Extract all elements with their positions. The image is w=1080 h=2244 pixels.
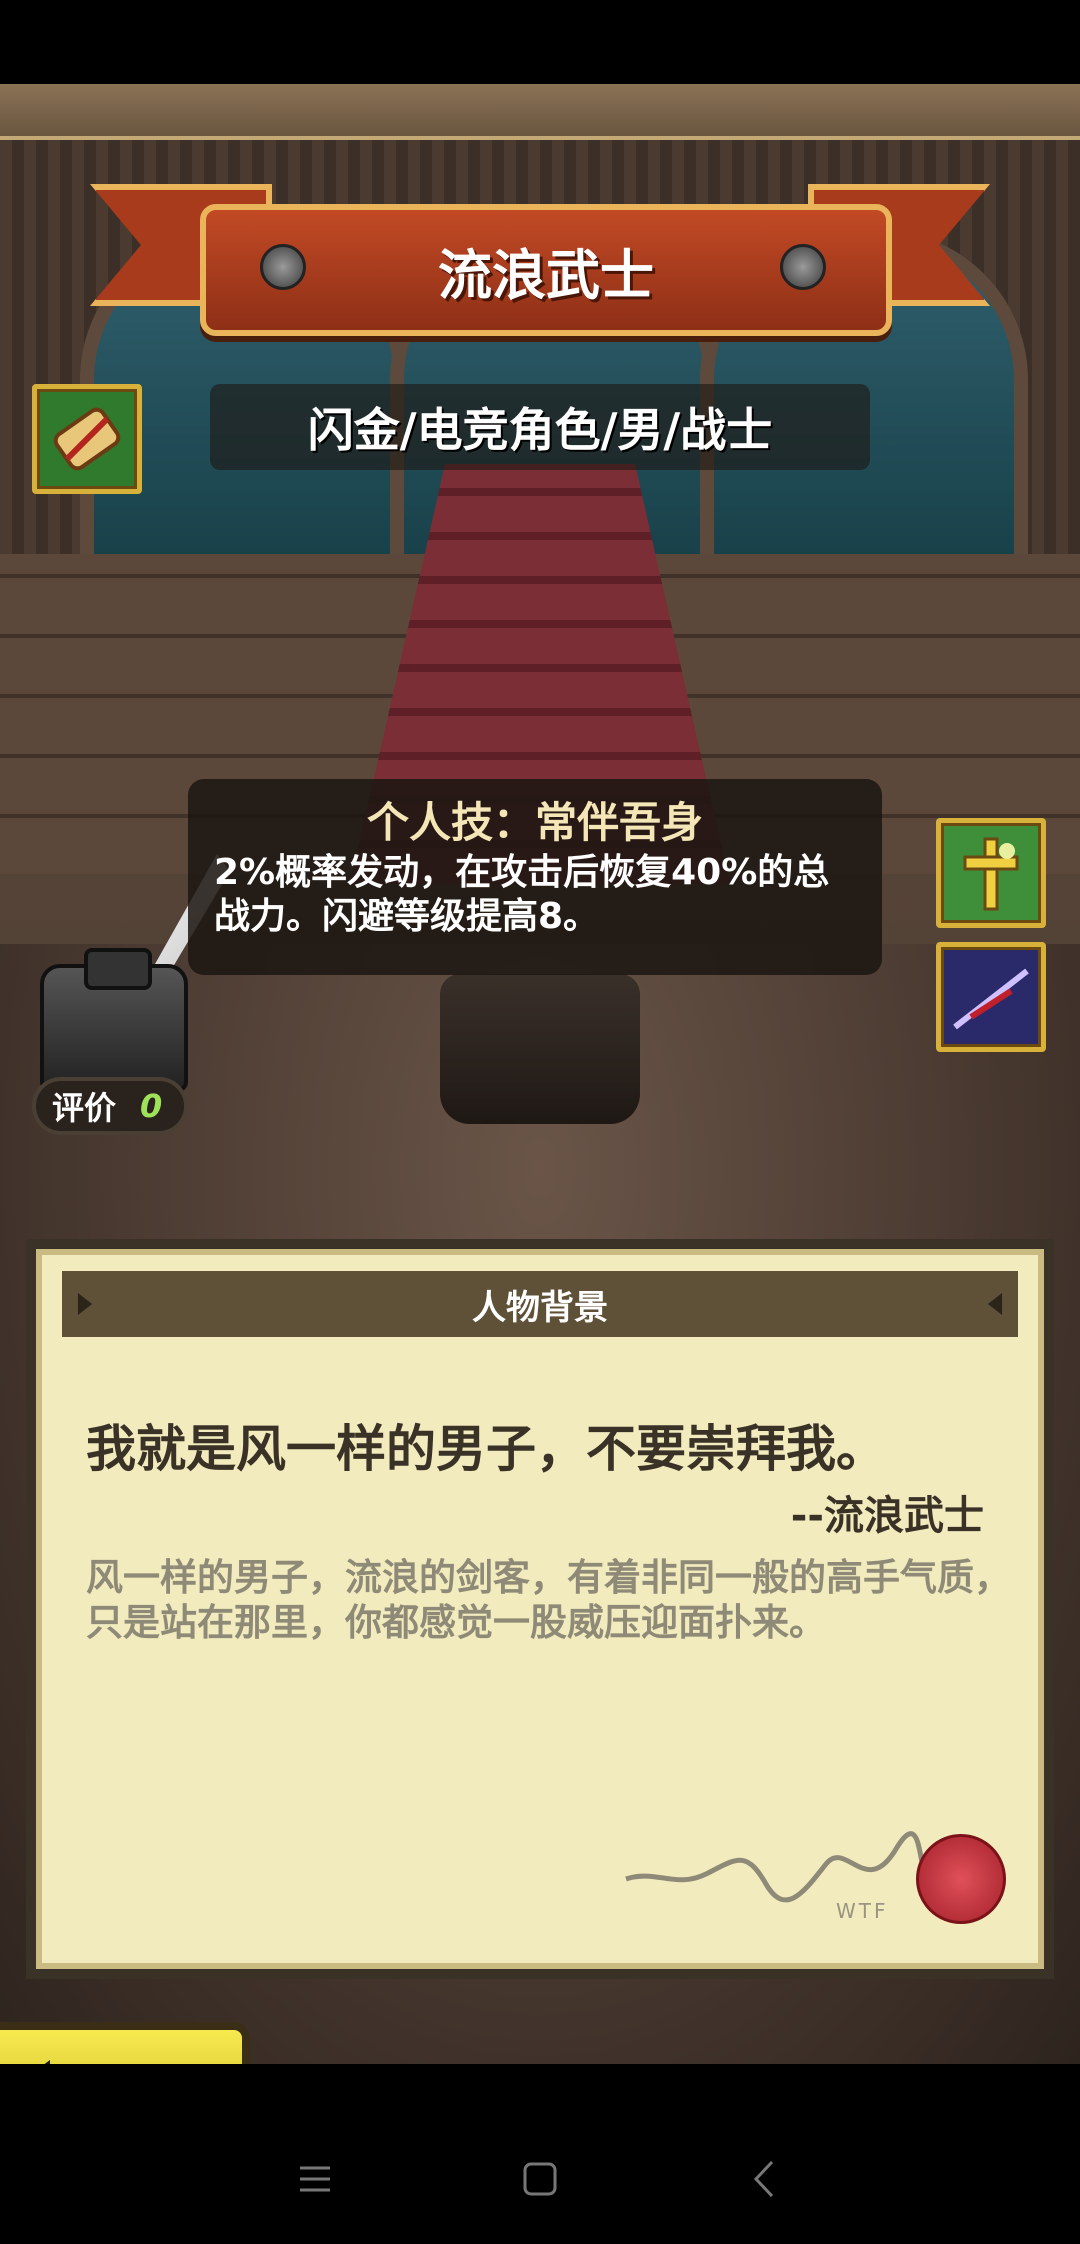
character-quote: 我就是风一样的男子，不要崇拜我。: [86, 1420, 886, 1478]
background-header: 人物背景: [62, 1271, 1018, 1337]
system-nav-bar: [0, 2114, 1080, 2244]
triangle-right-icon: [988, 1293, 1002, 1315]
skill-panel: 个人技：常伴吾身 2%概率发动，在攻击后恢复40%的总战力。闪避等级提高8。: [188, 779, 882, 975]
wax-seal-icon: [916, 1834, 1006, 1924]
sword-icon: [953, 968, 1029, 1030]
character-description: 风一样的男子，流浪的剑客，有着非同一般的高手气质，只是站在那里，你都感觉一股威压…: [86, 1556, 1011, 1644]
character-background-panel: 人物背景 我就是风一样的男子，不要崇拜我。 --流浪武士 风一样的男子，流浪的剑…: [26, 1239, 1054, 1979]
game-scene: 流浪武士 闪金/电竞角色/男/战士 个人技：常伴吾身 2%概率发动，在攻击后恢复…: [0, 84, 1080, 2064]
title-ribbon: 流浪武士: [90, 174, 990, 336]
rating-badge[interactable]: 评价 0: [32, 1077, 188, 1135]
home-icon[interactable]: [515, 2154, 565, 2204]
background-header-label: 人物背景: [472, 1287, 608, 1328]
rating-value: 0: [140, 1087, 163, 1125]
character-tags: 闪金/电竞角色/男/战士: [210, 384, 870, 470]
holy-cross-icon: [963, 837, 1019, 911]
scroll-button[interactable]: [32, 384, 142, 494]
character-name: 流浪武士: [438, 243, 654, 307]
rating-label: 评价: [52, 1089, 117, 1127]
menu-icon[interactable]: [290, 2154, 340, 2204]
back-nav-icon[interactable]: [740, 2154, 790, 2204]
back-arrow-icon: [44, 2060, 50, 2064]
scroll-icon: [53, 407, 121, 471]
top-frame: [0, 84, 1080, 140]
sword-item-button[interactable]: [936, 942, 1046, 1052]
triangle-left-icon: [78, 1293, 92, 1315]
signature-subtext: WTF: [836, 1899, 889, 1923]
inkwell-icon: [40, 948, 188, 1092]
skill-description: 2%概率发动，在攻击后恢复40%的总战力。闪避等级提高8。: [214, 852, 830, 937]
cross-item-button[interactable]: [936, 818, 1046, 928]
character-sprite: [440, 974, 640, 1124]
back-button[interactable]: [0, 2022, 250, 2064]
quote-author: --流浪武士: [790, 1493, 984, 1539]
skill-title: 个人技：常伴吾身: [366, 798, 703, 847]
inkwell-cap: [84, 948, 152, 990]
